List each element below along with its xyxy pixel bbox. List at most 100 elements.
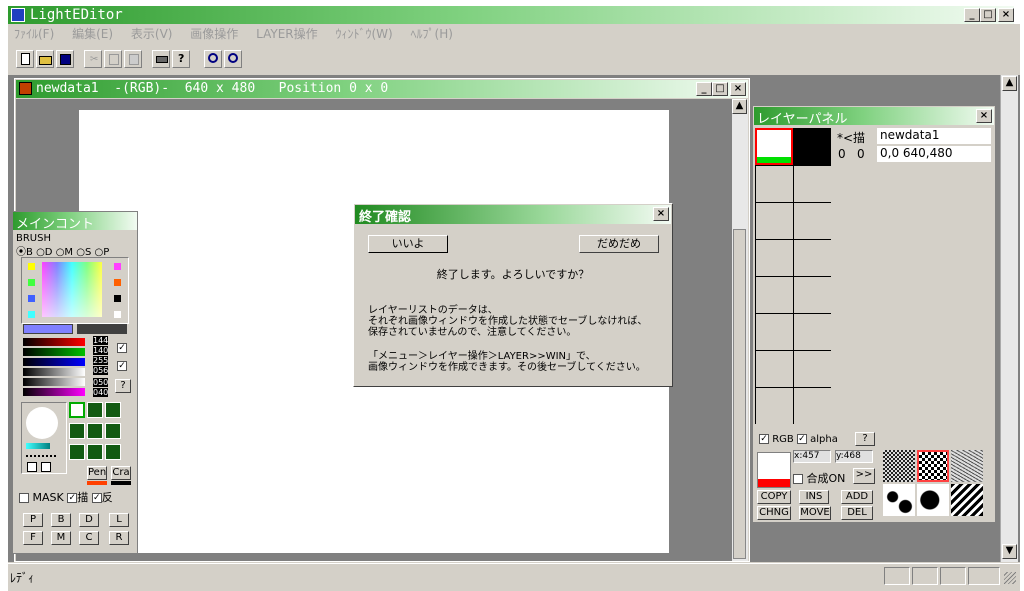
layer-v1: 0	[838, 147, 846, 161]
texture-noise-2[interactable]	[917, 450, 949, 482]
red-lock-checkbox[interactable]: ✓	[117, 343, 127, 353]
layer-help-button[interactable]: ?	[855, 432, 875, 446]
key-l-button[interactable]: L	[109, 513, 129, 527]
help-icon[interactable]: ?	[172, 50, 190, 68]
color-picker[interactable]	[21, 257, 129, 324]
background-color[interactable]	[77, 324, 127, 334]
status-pane-1	[884, 567, 910, 585]
app-minimize-button[interactable]: _	[964, 8, 980, 22]
main-control-panel: メインコント BRUSH ⦿B ○D ○M ○S ○P 144 140 255 …	[12, 211, 138, 554]
tool-rect[interactable]	[87, 444, 103, 460]
zoom-out-icon[interactable]	[224, 50, 242, 68]
doc-maximize-button[interactable]: □	[712, 82, 728, 96]
tool-circle[interactable]	[69, 402, 85, 418]
menu-help[interactable]: ﾍﾙﾌﾟ(H)	[411, 27, 453, 41]
dialog-title: 終了確認	[359, 210, 412, 225]
layer-thumb-image[interactable]	[755, 128, 793, 165]
texture-noise-1[interactable]	[883, 450, 915, 482]
color-help-button[interactable]: ?	[115, 379, 131, 393]
tool-grid[interactable]	[105, 402, 121, 418]
key-f-button[interactable]: F	[23, 531, 43, 545]
rgb-checkbox[interactable]: ✓	[759, 434, 769, 444]
compose-row: 合成ON	[793, 470, 845, 486]
print-icon[interactable]	[152, 50, 170, 68]
doc-minimize-button[interactable]: _	[696, 82, 712, 96]
key-r-button[interactable]: R	[109, 531, 129, 545]
tool-fill[interactable]	[105, 423, 121, 439]
app-maximize-button[interactable]: □	[980, 8, 996, 22]
tool-line[interactable]	[69, 444, 85, 460]
save-icon[interactable]	[56, 50, 74, 68]
new-icon[interactable]	[16, 50, 34, 68]
dialog-yes-button[interactable]: だめだめ	[579, 235, 659, 253]
pen-swatch-b[interactable]	[41, 462, 51, 472]
app-close-button[interactable]: ×	[998, 8, 1014, 22]
move-layer-button[interactable]: MOVE	[799, 506, 831, 520]
resize-grip-icon[interactable]	[1004, 572, 1016, 584]
mdi-scrollbar[interactable]: ▲ ▼	[1000, 75, 1018, 562]
alpha-checkbox[interactable]: ✓	[796, 434, 807, 444]
key-p-button[interactable]: P	[23, 513, 43, 527]
texture-noise-3[interactable]	[951, 450, 983, 482]
document-scrollbar[interactable]: ▲	[732, 99, 748, 561]
open-icon[interactable]	[36, 50, 54, 68]
insert-layer-button[interactable]: INS	[799, 490, 829, 504]
layer-name[interactable]: newdata1	[877, 128, 991, 144]
paste-icon[interactable]	[124, 50, 142, 68]
layer-panel-title-bar: レイヤーパネル ×	[754, 107, 994, 127]
tool-blur[interactable]	[69, 423, 85, 439]
cra-button[interactable]: Cra	[111, 466, 131, 480]
menu-view[interactable]: 表示(V)	[131, 27, 173, 41]
menu-layer[interactable]: LAYER操作	[256, 27, 318, 41]
tool-pen[interactable]	[87, 402, 103, 418]
tool-sharpen[interactable]	[87, 423, 103, 439]
tool-noise[interactable]	[105, 444, 121, 460]
compose-checkbox[interactable]	[793, 474, 803, 484]
dialog-no-button[interactable]: いいよ	[368, 235, 448, 253]
dialog-close-button[interactable]: ×	[653, 207, 669, 221]
red-slider[interactable]	[23, 338, 85, 346]
key-m-button[interactable]: M	[51, 531, 71, 545]
key-b-button[interactable]: B	[51, 513, 71, 527]
texture-blotch-1[interactable]	[883, 484, 915, 516]
foreground-color[interactable]	[23, 324, 73, 334]
doc-close-button[interactable]: ×	[730, 82, 746, 96]
pen-button[interactable]: Pen	[87, 466, 107, 480]
gray-value: 050	[93, 378, 109, 387]
cra-color-bar	[111, 481, 131, 485]
add-layer-button[interactable]: ADD	[841, 490, 873, 504]
texture-stripes[interactable]	[951, 484, 983, 516]
brush-shape	[26, 407, 58, 439]
key-c-button[interactable]: C	[79, 531, 99, 545]
alpha-slider[interactable]	[23, 368, 85, 376]
menu-edit[interactable]: 編集(E)	[72, 27, 113, 41]
copy-icon[interactable]	[104, 50, 122, 68]
menu-image[interactable]: 画像操作	[190, 27, 238, 41]
layer-panel-close-button[interactable]: ×	[976, 109, 992, 123]
layer-thumb-mask[interactable]	[793, 128, 831, 165]
menu-file[interactable]: ﾌｧｲﾙ(F)	[14, 27, 54, 41]
draw-checkbox[interactable]: ✓	[67, 493, 78, 503]
blue-slider[interactable]	[23, 358, 85, 366]
zoom-in-icon[interactable]	[204, 50, 222, 68]
change-layer-button[interactable]: CHNG	[757, 506, 791, 520]
menu-window[interactable]: ｳｨﾝﾄﾞｳ(W)	[335, 27, 392, 41]
more-button[interactable]: >>	[853, 468, 875, 484]
copy-layer-button[interactable]: COPY	[757, 490, 791, 504]
magenta-slider[interactable]	[23, 388, 85, 396]
magenta-value: 040	[93, 388, 109, 397]
blue-value: 255	[93, 356, 109, 365]
reverse-checkbox[interactable]: ✓	[91, 493, 102, 503]
key-d-button[interactable]: D	[79, 513, 99, 527]
gray-slider[interactable]	[23, 378, 85, 386]
layer-flags: *<描	[837, 131, 866, 145]
delete-layer-button[interactable]: DEL	[841, 506, 873, 520]
draw-label: 描	[77, 491, 89, 504]
cut-icon[interactable]: ✂	[84, 50, 102, 68]
alpha-lock-checkbox[interactable]: ✓	[117, 361, 127, 371]
color-spectrum[interactable]	[42, 262, 102, 317]
texture-blotch-2[interactable]	[917, 484, 949, 516]
green-slider[interactable]	[23, 348, 85, 356]
pen-swatch-a[interactable]	[27, 462, 37, 472]
mask-checkbox[interactable]	[19, 493, 29, 503]
